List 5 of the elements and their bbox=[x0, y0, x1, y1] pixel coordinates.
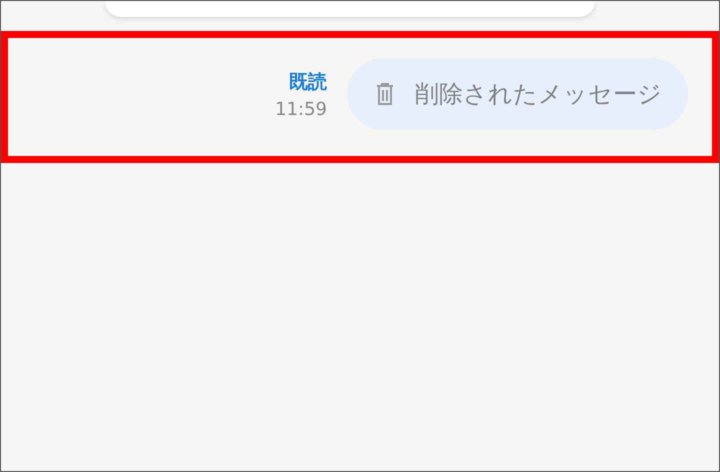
read-receipt: 既読 bbox=[289, 70, 327, 94]
message-bubble[interactable]: 削除されたメッセージ bbox=[347, 58, 688, 130]
message-text: 削除されたメッセージ bbox=[415, 79, 662, 110]
message-time: 11:59 bbox=[275, 98, 327, 120]
trash-icon bbox=[375, 82, 395, 106]
